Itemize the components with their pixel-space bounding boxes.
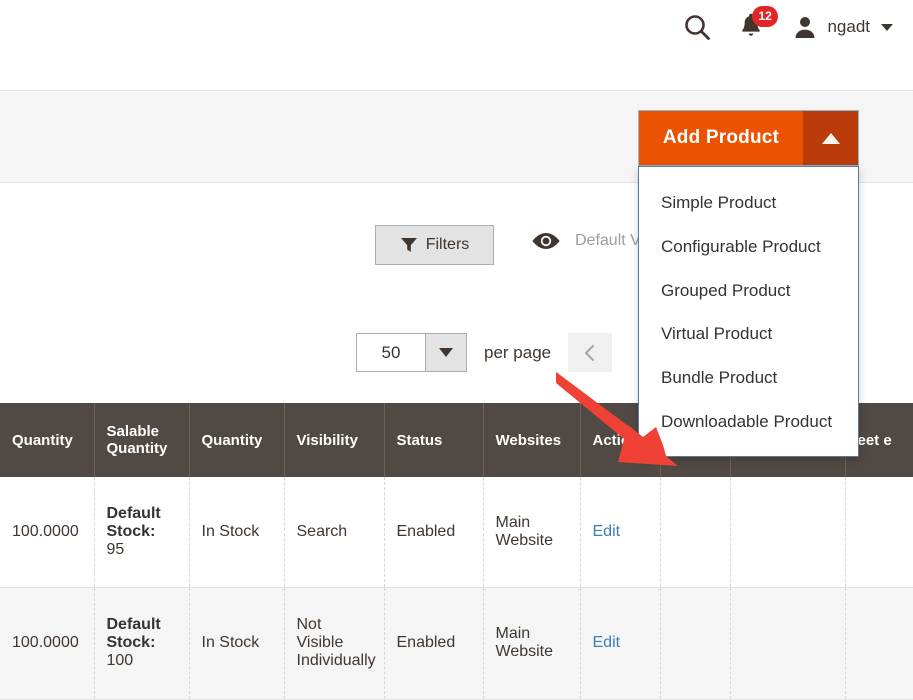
- notifications-button[interactable]: 12: [738, 6, 778, 41]
- cell-extra-3: [845, 587, 913, 699]
- previous-page-button[interactable]: [568, 333, 613, 372]
- menu-item-configurable-product[interactable]: Configurable Product: [639, 225, 858, 269]
- menu-item-bundle-product[interactable]: Bundle Product: [639, 356, 858, 400]
- column-header-quantity-2[interactable]: Quantity: [189, 403, 285, 477]
- cell-visibility: Search: [284, 477, 385, 587]
- cell-websites: Main Website: [483, 477, 581, 587]
- user-name: ngadt: [827, 17, 870, 36]
- menu-item-virtual-product[interactable]: Virtual Product: [639, 312, 858, 356]
- cell-extra-3: [845, 477, 913, 587]
- chevron-left-icon: [585, 344, 595, 361]
- add-product-split-button[interactable]: Add Product: [638, 110, 859, 166]
- column-header-visibility[interactable]: Visibility: [284, 403, 385, 477]
- notification-count-badge: 12: [752, 6, 778, 27]
- per-page-select[interactable]: 50: [356, 333, 467, 372]
- edit-link[interactable]: Edit: [593, 634, 621, 651]
- header-tools: 12 ngadt: [682, 6, 893, 42]
- column-header-quantity[interactable]: Quantity: [0, 403, 95, 477]
- user-menu[interactable]: ngadt: [792, 14, 893, 40]
- cell-quantity-2: In Stock: [189, 587, 285, 699]
- cell-extra-2: [730, 587, 846, 699]
- per-page-label: per page: [484, 342, 552, 362]
- salable-stock-separator: :: [150, 634, 156, 651]
- pager: 50 per page: [356, 333, 613, 372]
- menu-item-simple-product[interactable]: Simple Product: [639, 181, 858, 225]
- search-icon[interactable]: [682, 12, 712, 42]
- chevron-down-icon: [881, 23, 893, 31]
- cell-status: Enabled: [384, 587, 484, 699]
- admin-header: 12 ngadt: [0, 0, 913, 91]
- cell-action[interactable]: Edit: [580, 587, 661, 699]
- cell-quantity-2: In Stock: [189, 477, 285, 587]
- salable-stock-value: 100: [106, 652, 134, 669]
- admin-product-grid-page: 12 ngadt Filters Default View 50 per pag…: [0, 0, 913, 700]
- menu-item-downloadable-product[interactable]: Downloadable Product: [639, 400, 858, 444]
- add-product-control: Add Product Simple Product Configurable …: [638, 110, 859, 457]
- funnel-icon: [400, 238, 417, 252]
- cell-status: Enabled: [384, 477, 484, 587]
- cell-salable-quantity: Default Stock: 95: [94, 477, 190, 587]
- cell-salable-quantity: Default Stock: 100: [94, 587, 190, 699]
- chevron-down-icon[interactable]: [425, 334, 466, 371]
- cell-extra-2: [730, 477, 846, 587]
- column-header-salable-quantity[interactable]: Salable Quantity: [94, 403, 190, 477]
- menu-item-grouped-product[interactable]: Grouped Product: [639, 269, 858, 313]
- add-product-button[interactable]: Add Product: [639, 111, 803, 165]
- cell-extra-1: [660, 587, 731, 699]
- cell-quantity: 100.0000: [0, 477, 95, 587]
- cell-websites: Main Website: [483, 587, 581, 699]
- add-product-toggle[interactable]: [803, 111, 858, 165]
- table-body: 100.0000 Default Stock: 95 In Stock Sear…: [0, 477, 913, 699]
- user-avatar-icon: [795, 17, 815, 38]
- cell-visibility: Not Visible Individually: [284, 587, 385, 699]
- chevron-up-icon: [821, 132, 840, 144]
- salable-stock-separator: :: [150, 522, 156, 540]
- column-header-websites[interactable]: Websites: [483, 403, 581, 477]
- salable-stock-value: 95: [106, 540, 125, 558]
- edit-link[interactable]: Edit: [593, 523, 621, 540]
- eye-icon: [532, 233, 560, 249]
- cell-extra-1: [660, 477, 731, 587]
- per-page-value: 50: [357, 334, 425, 371]
- filters-button[interactable]: Filters: [375, 225, 494, 265]
- column-header-status[interactable]: Status: [384, 403, 484, 477]
- filters-label: Filters: [425, 236, 470, 253]
- cell-action[interactable]: Edit: [580, 477, 661, 587]
- cell-quantity: 100.0000: [0, 587, 95, 699]
- add-product-menu: Simple Product Configurable Product Grou…: [638, 166, 859, 457]
- table-row[interactable]: 100.0000 Default Stock: 95 In Stock Sear…: [0, 477, 913, 587]
- table-row[interactable]: 100.0000 Default Stock: 100 In Stock Not…: [0, 587, 913, 699]
